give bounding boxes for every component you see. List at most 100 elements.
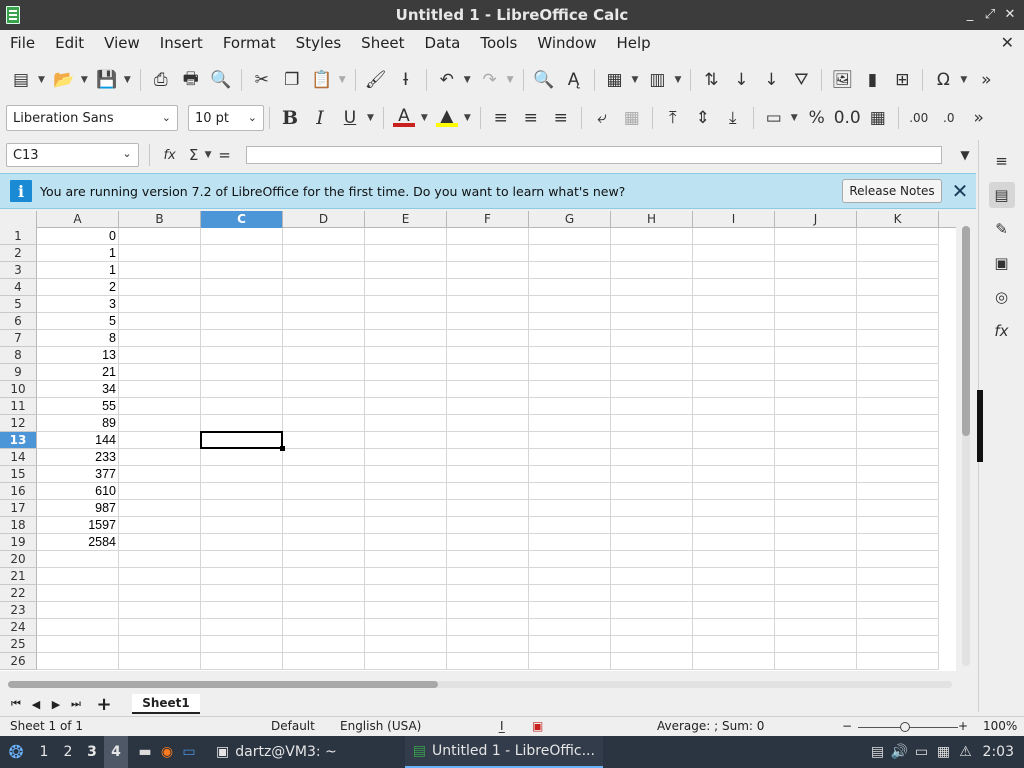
cell-e2[interactable] [365,245,447,262]
row-dropdown[interactable]: ▼ [632,75,639,85]
cell-g10[interactable] [529,381,611,398]
menu-styles[interactable]: Styles [286,30,352,57]
cell-k24[interactable] [857,619,939,636]
row-header-14[interactable]: 14 [0,449,37,466]
cell-i14[interactable] [693,449,775,466]
cell-k17[interactable] [857,500,939,517]
cell-d25[interactable] [283,636,365,653]
cell-b22[interactable] [119,585,201,602]
date-format-icon[interactable]: ▦ [865,104,891,132]
page-style[interactable]: Default [271,719,315,733]
cell-d15[interactable] [283,466,365,483]
cell-g22[interactable] [529,585,611,602]
cell-i20[interactable] [693,551,775,568]
cell-a23[interactable] [37,602,119,619]
cell-e3[interactable] [365,262,447,279]
sort-icon[interactable]: ⇅ [698,66,724,94]
cell-i13[interactable] [693,432,775,449]
wrap-text-icon[interactable]: ⤶ [589,104,615,132]
cell-g16[interactable] [529,483,611,500]
redo-icon[interactable]: ↷ [477,66,503,94]
row-header-2[interactable]: 2 [0,245,37,262]
align-middle-icon[interactable]: ⇕ [690,104,716,132]
cell-e11[interactable] [365,398,447,415]
cell-b2[interactable] [119,245,201,262]
cell-f20[interactable] [447,551,529,568]
cell-j17[interactable] [775,500,857,517]
cell-c1[interactable] [201,228,283,245]
cell-h25[interactable] [611,636,693,653]
cell-a8[interactable]: 13 [37,347,119,364]
cell-c20[interactable] [201,551,283,568]
insert-chart-icon[interactable]: ▮ [859,66,885,94]
cell-j20[interactable] [775,551,857,568]
cell-i1[interactable] [693,228,775,245]
cell-a6[interactable]: 5 [37,313,119,330]
row-header-21[interactable]: 21 [0,568,37,585]
cell-k14[interactable] [857,449,939,466]
column-header-f[interactable]: F [447,211,529,228]
cell-d4[interactable] [283,279,365,296]
cell-c10[interactable] [201,381,283,398]
menu-help[interactable]: Help [606,30,660,57]
row-header-10[interactable]: 10 [0,381,37,398]
special-character-icon[interactable]: Ω [930,66,956,94]
cell-k21[interactable] [857,568,939,585]
cell-a15[interactable]: 377 [37,466,119,483]
cell-c19[interactable] [201,534,283,551]
cell-a17[interactable]: 987 [37,500,119,517]
cell-d13[interactable] [283,432,365,449]
cell-i25[interactable] [693,636,775,653]
cell-d8[interactable] [283,347,365,364]
cell-f14[interactable] [447,449,529,466]
font-color-dropdown[interactable]: ▼ [421,113,428,123]
row-header-25[interactable]: 25 [0,636,37,653]
cell-i26[interactable] [693,653,775,670]
cell-b10[interactable] [119,381,201,398]
row-header-7[interactable]: 7 [0,330,37,347]
cell-e5[interactable] [365,296,447,313]
cell-a1[interactable]: 0 [37,228,119,245]
sort-ascending-icon[interactable]: ↓ [728,66,754,94]
highlight-dropdown[interactable]: ▼ [464,113,471,123]
document-modified-icon[interactable]: ▣ [532,719,543,733]
cell-f25[interactable] [447,636,529,653]
notes-icon[interactable]: ▭ [911,741,933,763]
cell-e4[interactable] [365,279,447,296]
cell-j8[interactable] [775,347,857,364]
cell-g7[interactable] [529,330,611,347]
network-icon[interactable]: ▦ [933,741,955,763]
cell-i16[interactable] [693,483,775,500]
bold-button[interactable]: B [277,104,303,132]
cell-g21[interactable] [529,568,611,585]
cell-k25[interactable] [857,636,939,653]
formula-input[interactable] [245,146,942,164]
zoom-level[interactable]: 100% [983,719,1017,733]
cell-f22[interactable] [447,585,529,602]
row-header-17[interactable]: 17 [0,500,37,517]
cell-h17[interactable] [611,500,693,517]
cell-h10[interactable] [611,381,693,398]
cut-icon[interactable]: ✂ [249,66,275,94]
cell-d14[interactable] [283,449,365,466]
cell-d12[interactable] [283,415,365,432]
cell-h14[interactable] [611,449,693,466]
maximize-button[interactable]: ⤢ [982,6,998,24]
more-icon[interactable]: » [973,66,999,94]
row-header-4[interactable]: 4 [0,279,37,296]
underline-dropdown[interactable]: ▼ [367,113,374,123]
vertical-scrollbar-thumb[interactable] [962,226,970,436]
cell-f9[interactable] [447,364,529,381]
cell-k1[interactable] [857,228,939,245]
cell-i6[interactable] [693,313,775,330]
menu-file[interactable]: File [0,30,45,57]
cell-f19[interactable] [447,534,529,551]
align-center-icon[interactable]: ≡ [518,104,544,132]
cell-h3[interactable] [611,262,693,279]
cell-b25[interactable] [119,636,201,653]
paste-icon[interactable]: 📋 [309,66,335,94]
cell-e19[interactable] [365,534,447,551]
first-sheet-icon[interactable]: ⏮ [6,696,26,712]
next-sheet-icon[interactable]: ▶ [46,696,66,712]
column-header-c[interactable]: C [201,211,283,228]
